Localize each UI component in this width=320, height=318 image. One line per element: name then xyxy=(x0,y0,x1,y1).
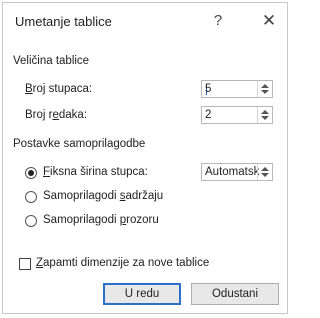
remember-dimensions-label[interactable]: Zapamti dimenzije za nove tablice xyxy=(36,257,209,269)
fixed-width-radio[interactable] xyxy=(25,167,37,179)
columns-spinner[interactable]: 5 xyxy=(201,80,273,98)
dialog-title: Umetanje tablice xyxy=(15,14,112,29)
arrow-up-icon[interactable] xyxy=(261,167,269,171)
arrow-down-icon[interactable] xyxy=(261,173,269,177)
autofit-contents-label[interactable]: Samoprilagodi sadržaju xyxy=(43,190,163,202)
fixed-width-label[interactable]: Fiksna širina stupca: xyxy=(43,166,148,178)
arrow-up-icon[interactable] xyxy=(261,110,269,114)
fixed-width-spinner[interactable]: Automatsk xyxy=(201,163,273,181)
rows-label: Broj redaka: xyxy=(25,109,88,121)
columns-spin-arrows[interactable] xyxy=(257,81,272,97)
arrow-up-icon[interactable] xyxy=(261,84,269,88)
autofit-window-radio[interactable] xyxy=(25,215,37,227)
columns-value: 5 xyxy=(205,83,212,95)
cancel-button[interactable]: Odustani xyxy=(191,283,279,305)
rows-spin-arrows[interactable] xyxy=(257,107,272,123)
fixed-width-spin-arrows[interactable] xyxy=(257,164,272,180)
autofit-window-label[interactable]: Samoprilagodi prozoru xyxy=(43,214,159,226)
remember-dimensions-checkbox[interactable] xyxy=(19,258,31,270)
fixed-width-value: Automatsk xyxy=(205,166,260,178)
size-group-label: Veličina tablice xyxy=(13,55,90,67)
title-bar: Umetanje tablice ? ✕ xyxy=(3,3,287,41)
columns-label: Broj stupaca: xyxy=(25,83,93,95)
arrow-down-icon[interactable] xyxy=(261,116,269,120)
ok-button[interactable]: U redu xyxy=(103,283,181,305)
autofit-group-label: Postavke samoprilagodbe xyxy=(13,138,146,150)
autofit-contents-radio[interactable] xyxy=(25,191,37,203)
close-icon[interactable]: ✕ xyxy=(259,11,279,31)
arrow-down-icon[interactable] xyxy=(261,90,269,94)
insert-table-dialog: Umetanje tablice ? ✕ Veličina tablice Br… xyxy=(2,2,288,314)
rows-value: 2 xyxy=(205,109,212,121)
help-icon[interactable]: ? xyxy=(208,11,228,31)
rows-spinner[interactable]: 2 xyxy=(201,106,273,124)
